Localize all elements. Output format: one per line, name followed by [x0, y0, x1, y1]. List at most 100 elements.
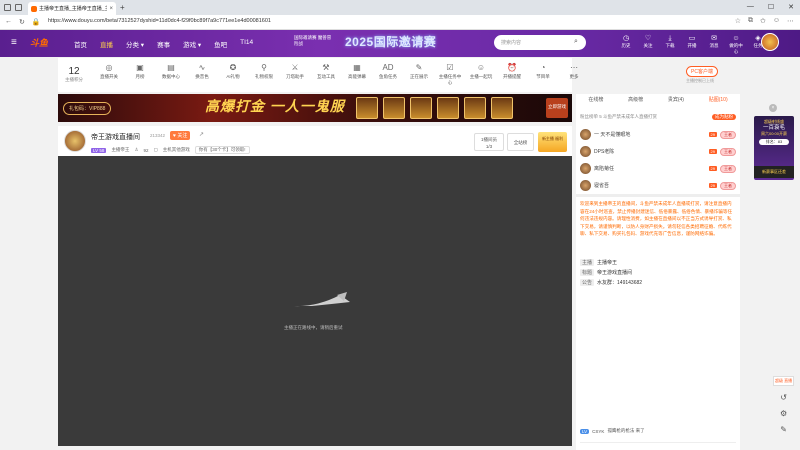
monthly-icon: ▣ [136, 63, 144, 72]
fan-name: DPS老陈 [594, 149, 615, 155]
tab-vip[interactable]: 贵宾(4) [668, 96, 684, 108]
tool-reminder[interactable]: ⏰ 开播提醒 [499, 62, 525, 86]
fan-row[interactable]: 一 天不是懂眼地 29 王者 [578, 126, 738, 143]
menu-dots-icon[interactable]: ⋯ [787, 17, 794, 25]
nav-ti14[interactable]: TI14 [240, 39, 253, 49]
pc-client-button[interactable]: PC客户端 [686, 66, 718, 77]
lock-icon[interactable]: 🔒 [32, 18, 41, 26]
nav-fishbar[interactable]: 鱼吧 [214, 39, 227, 49]
back-icon[interactable]: ← [5, 18, 12, 26]
card-tip[interactable]: 你有【30个卡】可领取! [194, 146, 250, 154]
ad-play-button[interactable]: 立即游戏 [546, 98, 568, 118]
search-icon[interactable]: ⌕ [574, 38, 578, 46]
event-banner[interactable]: 2025国际邀请赛 [345, 33, 436, 50]
tool-interact[interactable]: ⚒ 互动工具 [313, 62, 339, 86]
profile-icon[interactable]: ☺ [773, 17, 780, 25]
broadcast-button[interactable]: ▭ 开播 [684, 34, 700, 55]
bookmark-icon[interactable]: ☆ [735, 17, 741, 25]
user-center-button[interactable]: ☺ 做的中心 [728, 34, 744, 55]
follow-list-button[interactable]: ♡ 关注 [640, 34, 656, 55]
fan-row[interactable]: DPS老陈 29 王者 [578, 143, 738, 160]
url-text[interactable]: https://www.douyu.com/beta/7312527dyshid… [48, 18, 271, 24]
tab-online[interactable]: 在线榜 [588, 96, 603, 108]
danmaku-icon: ▦ [353, 63, 361, 72]
browser-tab[interactable]: 主播帝王直播_主播帝王直播_主... × [28, 2, 116, 15]
hamburger-menu-icon[interactable]: ≡ [11, 37, 17, 48]
super-live-badge[interactable]: 超级 直播 [773, 376, 795, 386]
tool-ad[interactable]: AD 鱼角任务 [375, 62, 401, 86]
settings-icon[interactable]: ⚙ [780, 409, 787, 418]
tool-label: 高能弹幕 [348, 74, 366, 79]
nav-home[interactable]: 首页 [74, 39, 87, 49]
refresh-icon[interactable]: ↺ [780, 393, 787, 402]
douyu-logo[interactable]: 斗鱼 [30, 36, 48, 49]
become-fan-button[interactable]: 成为贴粉 [712, 113, 736, 120]
info-row-title: 标题 帝王游戏直播间 [580, 269, 632, 276]
panel-divider [576, 194, 740, 197]
split-icon[interactable]: ⧉ [748, 17, 753, 25]
chat-user[interactable]: CSYK [592, 429, 604, 434]
reload-icon[interactable]: ↻ [19, 18, 25, 26]
messages-button[interactable]: ✉ 消息 [706, 34, 722, 55]
tool-data[interactable]: ▤ 数据中心 [158, 62, 184, 86]
new-tab-button[interactable]: + [120, 3, 125, 12]
edit-icon[interactable]: ✎ [780, 425, 787, 434]
download-button[interactable]: ⤓ 下载 [662, 34, 678, 55]
close-tab-icon[interactable]: × [109, 6, 113, 12]
voice-icon: ∿ [198, 63, 206, 72]
minimize-icon[interactable]: — [747, 3, 754, 11]
rank-ad[interactable]: 新主播 福利 [538, 132, 567, 152]
tab-fans[interactable]: 贴图(10) [709, 96, 728, 108]
broadcast-icon: ▭ [688, 35, 696, 42]
tab-actions[interactable] [4, 4, 22, 11]
user-avatar[interactable] [761, 33, 779, 51]
tool-ai-gift[interactable]: ✪ AI礼物 [220, 62, 246, 86]
fan-sub-bar: 粉丝榜单 5 斗鱼严禁未成年人直播打赏 成为贴粉 [576, 111, 740, 122]
tab-list-icon[interactable] [15, 4, 22, 11]
promo-bottom[interactable]: 新赛事区还差 [754, 166, 794, 178]
ad-item-image [410, 97, 432, 119]
anchor-avatar[interactable] [64, 130, 86, 152]
tool-task-center[interactable]: ☑ 主播任务中心 [437, 62, 463, 86]
fan-row[interactable]: 离陷菊任 29 王者 [578, 160, 738, 177]
close-window-icon[interactable]: ✕ [788, 3, 794, 11]
tool-label: 月榜 [135, 74, 145, 79]
tool-showing[interactable]: ✎ 正在展示 [406, 62, 432, 86]
tool-monthly[interactable]: ▣ 月榜 [127, 62, 153, 86]
fan-list: 一 天不是懂眼地 29 王者 DPS老陈 29 王者 离陷菊任 29 王者 寝省吾 29 王者 [578, 126, 738, 194]
fan-row[interactable]: 寝省吾 29 王者 [578, 177, 738, 194]
maximize-icon[interactable]: ☐ [768, 3, 774, 11]
tool-label: 直播开关 [100, 74, 118, 79]
tool-more[interactable]: ⋯ 更多 [561, 62, 587, 86]
anchor-score[interactable]: 12 主播积分 [62, 66, 86, 83]
tool-play-together[interactable]: ☺ 主播一起玩 [468, 62, 494, 86]
all-rank-button[interactable]: 全站榜 [507, 133, 534, 151]
history-button[interactable]: ◷ 历史 [618, 34, 634, 55]
follow-button[interactable]: ♥ 关注 [170, 131, 191, 140]
tool-live-switch[interactable]: ◎ 直播开关 [96, 62, 122, 86]
search-input[interactable]: 搜索内容 [494, 35, 586, 50]
share-icon[interactable]: ↗ [199, 131, 204, 138]
tab-advanced[interactable]: 高级榜 [628, 96, 643, 108]
tool-dota[interactable]: ⚔ 刀塔助手 [282, 62, 308, 86]
nav-category[interactable]: 分类 ▾ [126, 39, 144, 49]
tool-voice[interactable]: ∿ 换音色 [189, 62, 215, 86]
tool-schedule[interactable]: ◔ 节目单 [530, 62, 556, 86]
workspace-icon[interactable] [4, 4, 11, 11]
task-center-icon: ☑ [446, 63, 454, 72]
close-promo-icon[interactable]: × [769, 104, 777, 112]
favorites-icon[interactable]: ✩ [760, 17, 766, 25]
tool-danmaku[interactable]: ▦ 高能弹幕 [344, 62, 370, 86]
anchor-name[interactable]: 主播帝王 [111, 147, 129, 153]
nav-games[interactable]: 游戏 ▾ [183, 39, 201, 49]
nav-esports[interactable]: 赛事 [157, 39, 170, 49]
fan-badge: 王者 [720, 130, 736, 139]
offline-fish-icon [294, 292, 350, 307]
event-banner-sub: 国际邀请赛 魔兽冒险战 [294, 35, 332, 46]
room-category[interactable]: 主机其他游戏 [163, 147, 190, 153]
tool-label: 礼物权限 [255, 74, 273, 79]
nav-live[interactable]: 直播 [100, 39, 113, 49]
tool-gift-perm[interactable]: ⚲ 礼物权限 [251, 62, 277, 86]
fans-count: 92 [143, 147, 149, 153]
room-page-box[interactable]: 1播间员 1/3 [474, 133, 504, 151]
